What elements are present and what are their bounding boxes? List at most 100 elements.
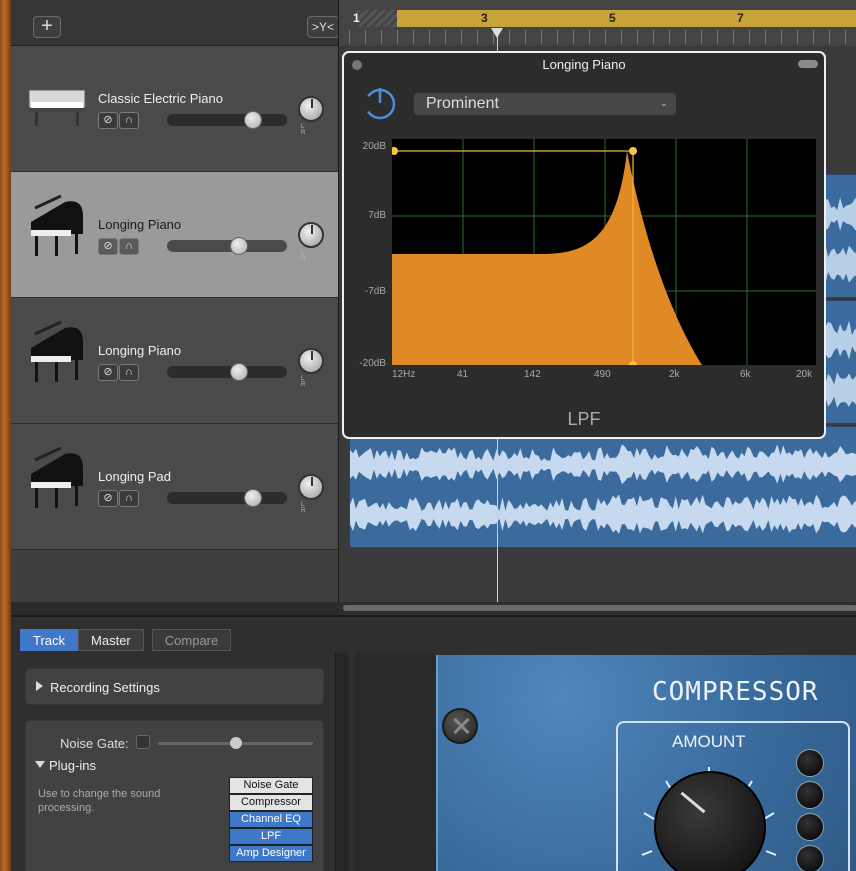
volume-slider[interactable]: [167, 489, 287, 507]
ruler-bar-3: 3: [481, 11, 488, 25]
smart-controls-filter-icon: >Y<: [311, 20, 335, 34]
speaker-mute-icon: ⊘: [103, 114, 113, 126]
add-track-button[interactable]: +: [33, 16, 61, 38]
track-name[interactable]: Classic Electric Piano: [98, 91, 223, 106]
plus-icon: +: [41, 15, 53, 37]
y-axis-label: 20dB: [362, 141, 386, 152]
recording-settings-section[interactable]: Recording Settings: [25, 668, 324, 705]
track-name[interactable]: Longing Piano: [98, 343, 181, 358]
chevron-down-icon: ⌄: [659, 98, 668, 109]
tab-master[interactable]: Master: [78, 629, 144, 651]
plugins-label: Plug-ins: [49, 758, 96, 773]
audio-region[interactable]: [349, 426, 856, 548]
noise-gate-slider[interactable]: [158, 737, 313, 749]
plugin-slot[interactable]: Compressor: [229, 794, 313, 811]
ruler-bar-5: 5: [609, 11, 616, 25]
amount-knob[interactable]: [654, 771, 766, 871]
volume-slider[interactable]: [167, 363, 287, 381]
plugin-slot[interactable]: Channel EQ: [229, 811, 313, 828]
plugin-list: Noise Gate Compressor Channel EQ LPF Amp Des…: [229, 777, 313, 862]
track-header[interactable]: Longing Piano ⊘ ∩ L R: [11, 298, 338, 424]
y-axis-label: 7dB: [368, 210, 386, 221]
preset-value: Prominent: [426, 95, 499, 112]
pan-knob[interactable]: [298, 222, 324, 248]
track-name[interactable]: Longing Piano: [98, 217, 181, 232]
track-lane: [339, 424, 856, 550]
meter-led: [796, 845, 824, 871]
cycle-region[interactable]: [397, 10, 856, 27]
electric-piano-icon[interactable]: [25, 68, 89, 138]
pan-lr-label: L R: [301, 502, 316, 514]
ruler[interactable]: 1 3 5 7: [339, 0, 856, 46]
pan-lr-label: L R: [301, 124, 316, 136]
tab-track[interactable]: Track: [20, 629, 79, 651]
pan-knob[interactable]: [298, 474, 324, 500]
pan-knob[interactable]: [298, 348, 324, 374]
y-axis-label: -7dB: [364, 286, 386, 297]
meter-leds: [796, 749, 824, 871]
compare-button[interactable]: Compare: [151, 629, 232, 651]
solo-button[interactable]: ∩: [119, 364, 139, 381]
plugin-window: Longing Piano Prominent ⌄ 20dB 7dB -7dB …: [342, 51, 826, 439]
mute-button[interactable]: ⊘: [98, 238, 118, 255]
solo-button[interactable]: ∩: [119, 490, 139, 507]
gain-handle[interactable]: [392, 147, 398, 155]
volume-slider[interactable]: [167, 237, 287, 255]
pan-lr-label: L R: [301, 250, 316, 262]
solo-button[interactable]: ∩: [119, 112, 139, 129]
ruler-bar-7: 7: [737, 11, 744, 25]
ruler-ticks: [349, 30, 856, 44]
preset-dropdown[interactable]: Prominent ⌄: [414, 93, 676, 115]
window-zoom-icon[interactable]: [798, 60, 818, 68]
plugin-window-title: Longing Piano: [542, 57, 626, 72]
smart-controls-tabs: Track Master Compare: [20, 629, 232, 651]
plugin-name-label: LPF: [567, 409, 601, 429]
plugin-slot[interactable]: LPF: [229, 828, 313, 845]
plugins-description: Use to change the sound processing.: [38, 788, 161, 814]
noise-gate-checkbox[interactable]: [136, 735, 150, 749]
volume-knob[interactable]: [230, 237, 248, 255]
disclosure-down-icon[interactable]: [35, 761, 45, 768]
disclosure-right-icon[interactable]: [36, 681, 43, 691]
volume-knob[interactable]: [244, 489, 263, 507]
recording-settings-label: Recording Settings: [50, 680, 160, 695]
grand-piano-icon[interactable]: [25, 446, 89, 516]
resonance-handle[interactable]: [629, 147, 637, 155]
grand-piano-icon[interactable]: [25, 194, 89, 264]
mute-button[interactable]: ⊘: [98, 364, 118, 381]
x-axis-label: 12Hz: [392, 369, 416, 380]
headphones-icon: ∩: [125, 114, 133, 126]
track-filter-button[interactable]: >Y<: [307, 16, 339, 38]
garageband-window: + >Y< Classic Electric Piano ⊘ ∩ L R Longing…: [0, 0, 856, 871]
track-header[interactable]: Longing Pad ⊘ ∩ L R: [11, 424, 338, 550]
track-header[interactable]: Classic Electric Piano ⊘ ∩ L R: [11, 46, 338, 172]
power-icon[interactable]: [362, 85, 398, 121]
compressor-title: COMPRESSOR: [652, 677, 819, 707]
scrollbar-thumb[interactable]: [343, 605, 856, 611]
headphones-icon: ∩: [125, 366, 133, 378]
amount-label: AMOUNT: [672, 732, 746, 751]
volume-knob[interactable]: [230, 363, 248, 381]
plugin-slot[interactable]: Noise Gate: [229, 777, 313, 794]
mute-button[interactable]: ⊘: [98, 112, 118, 129]
filter-graph[interactable]: [392, 139, 816, 365]
empty-track-area[interactable]: [11, 550, 338, 602]
volume-slider[interactable]: [167, 111, 287, 129]
speaker-mute-icon: ⊘: [103, 492, 113, 504]
track-header-toolbar: + >Y<: [11, 0, 339, 46]
track-header[interactable]: Longing Piano ⊘ ∩ L R: [11, 172, 338, 298]
horizontal-scrollbar[interactable]: [339, 602, 856, 615]
mute-button[interactable]: ⊘: [98, 490, 118, 507]
pan-knob[interactable]: [298, 96, 324, 122]
noise-gate-slider-knob[interactable]: [230, 737, 242, 749]
ruler-bar-1: 1: [353, 11, 360, 25]
track-name[interactable]: Longing Pad: [98, 469, 171, 484]
plugin-background: [355, 653, 436, 871]
grand-piano-icon[interactable]: [25, 320, 89, 390]
solo-button[interactable]: ∩: [119, 238, 139, 255]
volume-knob[interactable]: [244, 111, 263, 129]
waveform: [350, 445, 856, 485]
headphones-icon: ∩: [125, 240, 133, 252]
ruler-hatch: [357, 10, 397, 27]
plugin-slot[interactable]: Amp Designer: [229, 845, 313, 862]
